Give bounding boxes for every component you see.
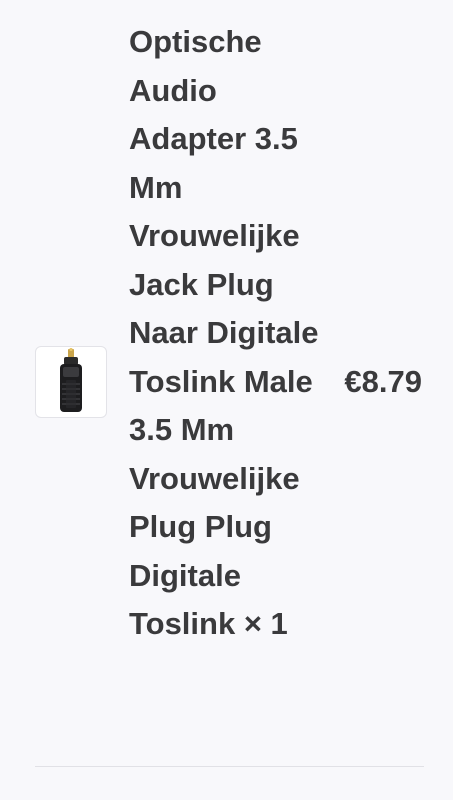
product-title: Optische Audio Adapter 3.5 Mm Vrouwelijk… xyxy=(129,24,319,641)
product-quantity: × 1 xyxy=(243,606,288,641)
order-item-row: Optische Audio Adapter 3.5 Mm Vrouwelijk… xyxy=(0,0,453,766)
product-name: Optische Audio Adapter 3.5 Mm Vrouwelijk… xyxy=(129,18,319,649)
product-price: €8.79 xyxy=(344,364,422,399)
divider xyxy=(35,766,424,767)
product-thumbnail xyxy=(35,346,107,418)
toslink-adapter-image xyxy=(60,348,82,412)
